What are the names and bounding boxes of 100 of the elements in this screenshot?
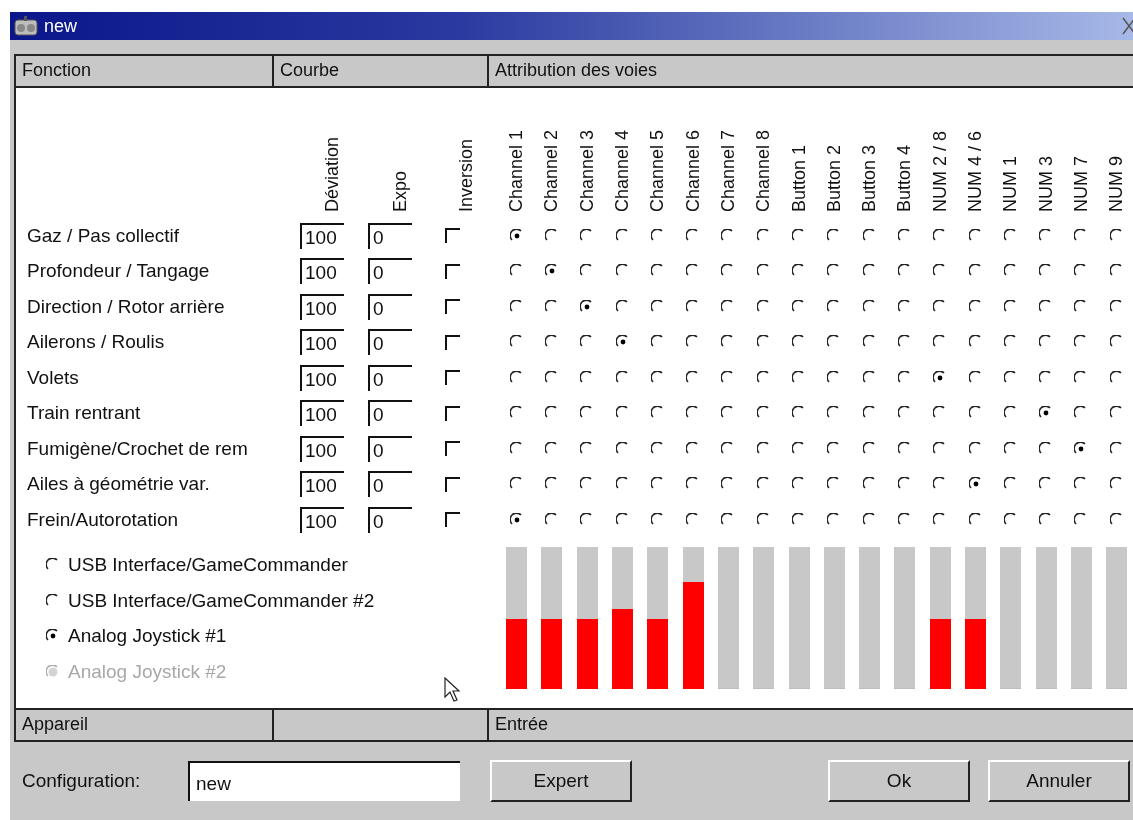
expert-button[interactable]: Expert [490, 759, 632, 802]
channel-radio[interactable] [897, 512, 912, 527]
channel-radio[interactable] [968, 370, 983, 385]
channel-radio[interactable] [544, 299, 559, 314]
expo-field[interactable]: 0 [368, 258, 412, 285]
channel-radio[interactable] [509, 370, 524, 385]
deviation-field[interactable]: 100 [300, 293, 344, 320]
channel-radio[interactable] [615, 441, 630, 456]
section-header: Courbe [274, 56, 489, 86]
channel-radio[interactable] [650, 299, 665, 314]
channel-radio[interactable] [756, 370, 771, 385]
device-option[interactable]: Analog Joystick #1 [46, 618, 227, 654]
channel-radio[interactable] [756, 441, 771, 456]
deviation-field[interactable]: 100 [300, 329, 344, 356]
channel-radio[interactable] [1003, 299, 1018, 314]
channel-radio[interactable] [968, 512, 983, 527]
deviation-field[interactable]: 100 [300, 222, 344, 249]
channel-radio[interactable] [509, 512, 524, 527]
channel-radio[interactable] [1109, 228, 1124, 243]
channel-radio[interactable] [1109, 299, 1124, 314]
channel-radio[interactable] [792, 370, 806, 385]
deviation-field[interactable]: 100 [300, 400, 344, 427]
function-label: Train rentrant [26, 402, 141, 425]
channel-radio[interactable] [862, 512, 877, 527]
channel-radio[interactable] [615, 512, 630, 527]
expo-field[interactable]: 0 [368, 471, 412, 498]
channel-radio[interactable] [897, 228, 912, 243]
column-header: NUM 7 [1070, 156, 1092, 212]
channel-radio[interactable] [650, 441, 665, 456]
inversion-checkbox[interactable] [445, 512, 460, 528]
inversion-checkbox[interactable] [445, 405, 460, 421]
expo-field[interactable]: 0 [368, 293, 412, 320]
channel-radio[interactable] [897, 441, 912, 456]
column-header: Button 4 [894, 144, 916, 212]
channel-radio[interactable] [897, 299, 912, 314]
channel-radio[interactable] [615, 370, 630, 385]
column-header: Déviation [321, 136, 343, 212]
inversion-checkbox[interactable] [445, 334, 460, 350]
channel-radio[interactable] [862, 299, 877, 314]
app-icon [14, 16, 38, 36]
channel-radio[interactable] [792, 512, 806, 527]
channel-radio[interactable] [544, 512, 559, 527]
channel-radio[interactable] [968, 299, 983, 314]
channel-radio[interactable] [509, 299, 524, 314]
channel-radio[interactable] [792, 299, 806, 314]
inversion-checkbox[interactable] [445, 263, 460, 279]
channel-radio[interactable] [1003, 441, 1018, 456]
channel-radio[interactable] [756, 299, 771, 314]
radio-button[interactable] [46, 593, 60, 608]
channel-radio[interactable] [544, 370, 559, 385]
channel-radio[interactable] [544, 228, 559, 243]
channel-radio[interactable] [650, 228, 665, 243]
channel-radio[interactable] [756, 512, 771, 527]
expo-field[interactable]: 0 [368, 506, 412, 533]
channel-radio[interactable] [650, 512, 665, 527]
channel-radio[interactable] [615, 228, 630, 243]
channel-radio[interactable] [1003, 512, 1018, 527]
ok-button[interactable]: Ok [828, 759, 970, 802]
inversion-checkbox[interactable] [445, 370, 460, 386]
inversion-checkbox[interactable] [445, 299, 460, 315]
channel-radio[interactable] [968, 228, 983, 243]
device-option[interactable]: USB Interface/GameCommander #2 [46, 583, 375, 619]
configuration-field[interactable]: new [188, 760, 460, 801]
channel-radio[interactable] [1109, 512, 1124, 527]
channel-radio[interactable] [897, 370, 912, 385]
channel-radio[interactable] [862, 441, 877, 456]
channel-radio[interactable] [756, 228, 771, 243]
deviation-field[interactable]: 100 [300, 258, 344, 285]
channel-radio[interactable] [1003, 370, 1018, 385]
channel-radio[interactable] [509, 441, 524, 456]
inversion-checkbox[interactable] [445, 476, 460, 492]
channel-radio[interactable] [862, 228, 877, 243]
expo-field[interactable]: 0 [368, 400, 412, 427]
channel-radio[interactable] [792, 441, 806, 456]
channel-radio[interactable] [862, 370, 877, 385]
channel-radio[interactable] [1109, 370, 1124, 385]
column-header: NUM 3 [1035, 156, 1057, 212]
expo-field[interactable]: 0 [368, 329, 412, 356]
channel-radio[interactable] [509, 228, 524, 243]
deviation-field[interactable]: 100 [300, 364, 344, 391]
deviation-field[interactable]: 100 [300, 506, 344, 533]
channel-radio[interactable] [544, 441, 559, 456]
channel-radio[interactable] [792, 228, 806, 243]
expo-field[interactable]: 0 [368, 435, 412, 462]
channel-radio[interactable] [1109, 441, 1124, 456]
channel-radio[interactable] [650, 370, 665, 385]
close-icon[interactable] [1122, 17, 1133, 35]
deviation-field[interactable]: 100 [300, 471, 344, 498]
channel-radio[interactable] [1003, 228, 1018, 243]
inversion-checkbox[interactable] [445, 228, 460, 244]
expo-field[interactable]: 0 [368, 364, 412, 391]
channel-radio[interactable] [615, 299, 630, 314]
expo-field[interactable]: 0 [368, 222, 412, 249]
channel-radio[interactable] [968, 441, 983, 456]
deviation-field[interactable]: 100 [300, 435, 344, 462]
device-option[interactable]: USB Interface/GameCommander [46, 547, 348, 583]
inversion-checkbox[interactable] [445, 441, 460, 457]
column-header: NUM 4 / 6 [965, 130, 986, 212]
cancel-button[interactable]: Annuler [988, 759, 1130, 802]
function-label: Fumigène/Crochet de rem [26, 437, 248, 460]
